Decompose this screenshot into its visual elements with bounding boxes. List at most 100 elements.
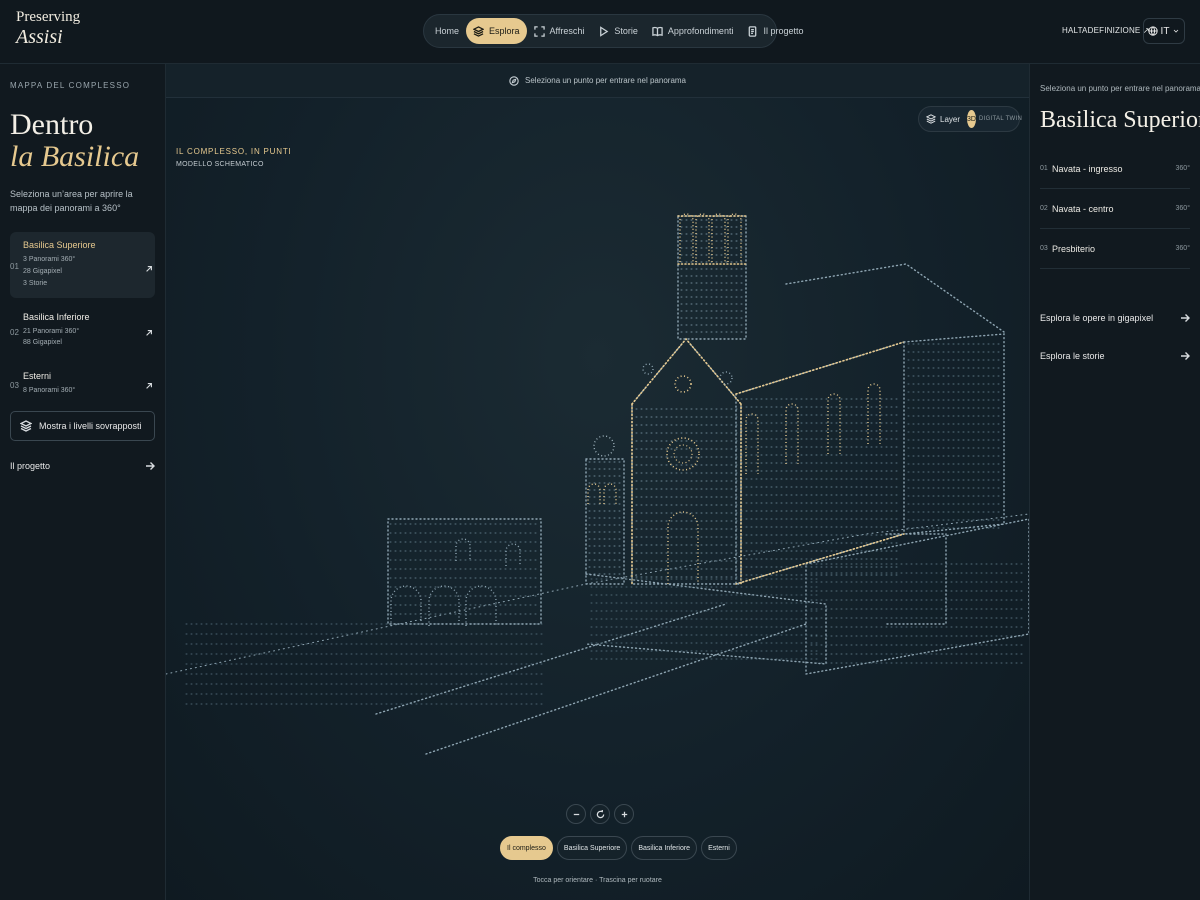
panorama-num: 01 — [1040, 165, 1048, 173]
sidebar-eyebrow: MAPPA DEL COMPLESSO — [10, 81, 131, 90]
area-item-basilica-inferiore[interactable]: 02 Basilica Inferiore 21 Panorami 360° 8… — [10, 304, 155, 358]
panorama-list: 01 Navata - ingresso 360° 02 Navata - ce… — [1040, 149, 1190, 270]
area-meta-line: 8 Panorami 360° — [23, 387, 76, 395]
area-meta: 21 Panorami 360° 88 Gigapixel — [23, 326, 143, 350]
panorama-num: 03 — [1040, 245, 1048, 253]
panorama-tag: 360° — [1175, 205, 1190, 213]
nav-storie[interactable]: Storie — [591, 18, 645, 44]
panorama-hint-bar: Seleziona un punto per entrare nel panor… — [166, 64, 1029, 98]
nav-home-label: Home — [435, 26, 460, 36]
area-meta: 8 Panorami 360° — [23, 385, 143, 397]
nav-il-progetto[interactable]: Il progetto — [740, 18, 810, 44]
panorama-tag: 360° — [1175, 245, 1190, 253]
arrow-up-right-icon — [145, 262, 153, 272]
area-num: 03 — [10, 381, 19, 391]
interaction-hint: Tocca per orientare · Trascina per ruota… — [533, 877, 662, 884]
area-item-basilica-superiore[interactable]: 01 Basilica Superiore 3 Panorami 360° 28… — [10, 231, 155, 298]
globe-icon — [1147, 26, 1158, 36]
scene-subtitle: MODELLO SCHEMATICO — [176, 161, 264, 168]
right-panel: Seleziona un punto per entrare nel panor… — [1029, 64, 1200, 900]
arrow-right-icon — [146, 462, 155, 471]
basilica-point-cloud[interactable] — [166, 64, 1029, 900]
explore-gigapixel-link[interactable]: Esplora le opere in gigapixel — [1040, 299, 1190, 337]
nav-home[interactable]: Home — [428, 18, 466, 44]
layers-icon — [473, 25, 485, 37]
area-num: 01 — [10, 261, 19, 271]
area-meta-line: 21 Panorami 360° — [23, 327, 80, 335]
nav-esplora[interactable]: Esplora — [466, 18, 527, 44]
page-title-line2: la Basilica — [10, 139, 140, 173]
chip-basilica-inferiore[interactable]: Basilica Inferiore — [631, 836, 698, 860]
arrow-up-right-icon — [145, 379, 153, 390]
panorama-tag: 360° — [1175, 165, 1190, 173]
layer-toggle[interactable]: Layer — [922, 114, 964, 124]
chip-esterni[interactable]: Esterni — [701, 836, 737, 860]
brand-logo[interactable]: Preserving Assisi — [16, 9, 81, 48]
arrow-right-icon — [1181, 314, 1190, 323]
sidebar-intro: Seleziona un’area per aprire la mappa de… — [10, 189, 133, 213]
compass-icon — [509, 75, 519, 86]
brand-line2: Assisi — [16, 26, 63, 48]
explore-links: Esplora le opere in gigapixel Esplora le… — [1040, 299, 1190, 375]
panorama-label: Navata - ingresso — [1052, 163, 1123, 174]
nav-affreschi[interactable]: Affreschi — [527, 18, 592, 44]
area-meta-line: 3 Panorami 360° — [23, 255, 76, 263]
explore-stories-label: Esplora le storie — [1040, 351, 1105, 362]
nav-il-progetto-label: Il progetto — [763, 26, 804, 36]
explore-stories-link[interactable]: Esplora le storie — [1040, 337, 1190, 375]
mode-digital-twin-button[interactable]: DIGITAL TWIN — [979, 116, 1022, 122]
brand-line1: Preserving — [16, 9, 81, 25]
nav-approfondimenti[interactable]: Approfondimenti — [645, 18, 741, 44]
plus-icon — [621, 811, 627, 817]
panorama-item[interactable]: 01 Navata - ingresso 360° — [1040, 149, 1190, 190]
show-layers-button[interactable]: Mostra i livelli sovrapposti — [10, 411, 155, 442]
chip-il-complesso[interactable]: Il complesso — [500, 836, 553, 860]
right-hint: Seleziona un punto per entrare nel panor… — [1040, 84, 1200, 93]
main-nav: Home Esplora Affreschi Storie Approfondi… — [423, 14, 803, 48]
play-icon — [600, 25, 609, 37]
left-sidebar: MAPPA DEL COMPLESSO Dentro la Basilica S… — [0, 64, 166, 900]
mode-3d-button[interactable]: 3D — [967, 110, 976, 128]
layers-icon — [20, 420, 32, 432]
zoom-in-button[interactable] — [614, 804, 634, 824]
layers-icon — [926, 114, 936, 124]
scene-label: IL COMPLESSO, IN PUNTI MODELLO SCHEMATIC… — [176, 147, 292, 168]
arrow-right-icon — [1181, 352, 1190, 361]
area-item-esterni[interactable]: 03 Esterni 8 Panorami 360° — [10, 363, 155, 405]
area-title: Basilica Superiore — [1040, 107, 1200, 133]
panorama-item[interactable]: 02 Navata - centro 360° — [1040, 189, 1190, 230]
language-selector[interactable]: IT — [1143, 18, 1185, 44]
haltadefinizione-link[interactable]: HALTADEFINIZIONE ↗ — [1062, 26, 1150, 35]
panorama-label: Navata - centro — [1052, 203, 1114, 214]
area-meta: 3 Panorami 360° 28 Gigapixel 3 Storie — [23, 254, 143, 290]
nav-affreschi-label: Affreschi — [549, 26, 585, 36]
top-bar: Preserving Assisi Home Esplora Affreschi… — [0, 0, 1200, 64]
point-cloud-group — [166, 213, 1029, 755]
project-link[interactable]: Il progetto — [10, 461, 155, 471]
view-toggle: Layer 3D DIGITAL TWIN — [918, 106, 1022, 132]
book-icon — [652, 26, 663, 36]
nav-approfondimenti-label: Approfondimenti — [667, 26, 734, 36]
zoom-out-button[interactable] — [566, 804, 586, 824]
area-list: 01 Basilica Superiore 3 Panorami 360° 28… — [10, 231, 155, 405]
project-link-label: Il progetto — [10, 461, 51, 472]
area-meta-line: 3 Storie — [23, 279, 48, 287]
reset-view-button[interactable] — [590, 804, 610, 824]
panorama-label: Presbiterio — [1052, 243, 1096, 254]
chip-basilica-superiore[interactable]: Basilica Superiore — [556, 836, 628, 860]
minus-icon — [573, 813, 579, 815]
language-label: IT — [1160, 25, 1170, 37]
layer-toggle-label: Layer — [940, 114, 961, 124]
area-name: Basilica Superiore — [23, 239, 96, 250]
scene-title: IL COMPLESSO, IN PUNTI — [176, 147, 292, 156]
frame-icon — [533, 25, 545, 37]
panorama-num: 02 — [1040, 205, 1048, 213]
page-title: Dentro la Basilica — [10, 109, 155, 172]
arrow-up-right-icon — [145, 326, 153, 336]
area-num: 02 — [10, 327, 19, 337]
panorama-hint-text: Seleziona un punto per entrare nel panor… — [525, 76, 686, 85]
nav-storie-label: Storie — [614, 26, 638, 36]
panorama-item[interactable]: 03 Presbiterio 360° — [1040, 229, 1190, 270]
zoom-controls — [566, 804, 634, 824]
nav-esplora-label: Esplora — [489, 26, 520, 36]
